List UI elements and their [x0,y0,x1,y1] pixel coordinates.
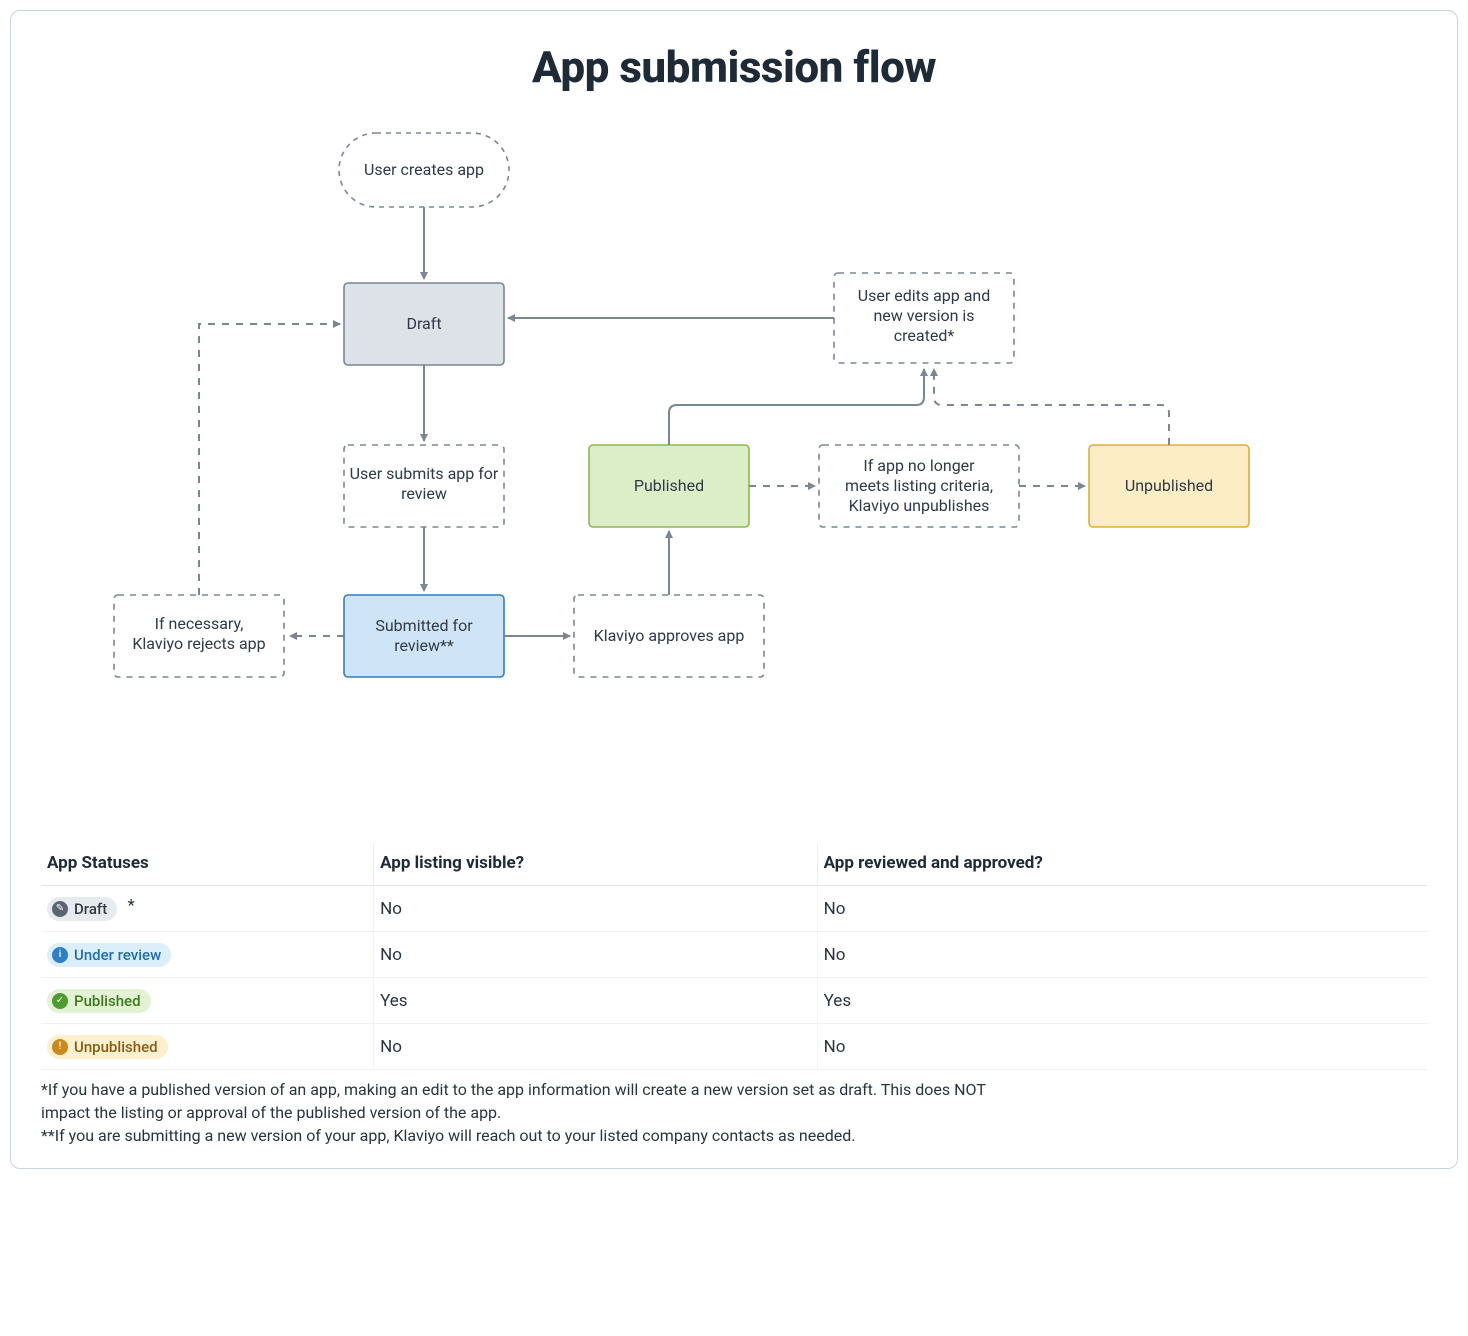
approves-bold: Klaviyo [594,626,645,645]
pencil-icon: ✎ [52,901,68,917]
flow-svg: User creates app Draft User submits app … [44,123,1424,803]
status-draft-star: * [127,896,134,916]
th-visible: App listing visible? [374,843,818,886]
edits-rest: edits app and [890,286,990,305]
footnotes: *If you have a published version of an a… [41,1078,1021,1148]
submitted-l1: Submitted for [375,616,473,635]
unpublished-visible: No [374,1024,818,1070]
unpub-bold: Klaviyo [849,496,900,515]
node-submitted: Submitted for review** [344,595,504,677]
rejects-l1: If necessary, [155,614,244,633]
th-statuses: App Statuses [41,843,374,886]
edits-bold: User [858,286,891,305]
check-icon: ✓ [52,993,68,1009]
arrow-unpublished-to-edits [934,369,1169,445]
status-draft-label: Draft [74,900,107,918]
diagram-frame: App submission flow User creates app Dra… [10,10,1458,1169]
user-creates-bold: User [364,160,397,179]
th-approved: App reviewed and approved? [817,843,1427,886]
svg-text:User submits app for: User submits app for [350,464,499,483]
submitted-l2: review** [394,636,454,655]
status-unpublished-label: Unpublished [74,1038,158,1056]
node-published: Published [589,445,749,527]
draft-approved: No [817,886,1427,932]
user-creates-rest: creates app [397,160,484,179]
unpub-l2: meets listing criteria, [845,476,993,495]
svg-text:User creates app: User creates app [364,160,484,179]
rejects-bold: Klaviyo [132,634,183,653]
table-row: ✓ Published Yes Yes [41,978,1427,1024]
under-review-visible: No [374,932,818,978]
svg-text:Klaviyo rejects app: Klaviyo rejects app [132,634,265,653]
submits-bold: User [350,464,383,483]
node-user-edits: User edits app and new version is create… [834,273,1014,363]
status-table: App Statuses App listing visible? App re… [41,843,1427,1070]
footnote-1: *If you have a published version of an a… [41,1078,1021,1124]
draft-visible: No [374,886,818,932]
approves-rest: approves app [644,626,744,645]
node-user-creates: User creates app [339,133,509,207]
svg-text:Klaviyo approves app: Klaviyo approves app [594,626,745,645]
submits-rest: submits app for [382,464,499,483]
node-draft: Draft [344,283,504,365]
status-under-review-label: Under review [74,946,161,964]
status-badge-draft: ✎ Draft [47,897,117,921]
flow-diagram: User creates app Draft User submits app … [41,123,1427,803]
status-badge-published: ✓ Published [47,989,151,1013]
arrow-rejects-to-draft [199,324,340,595]
table-row: ! Unpublished No No [41,1024,1427,1070]
node-klaviyo-rejects: If necessary, Klaviyo rejects app [114,595,284,677]
published-approved: Yes [817,978,1427,1024]
unpub-rest: unpublishes [899,496,989,515]
rejects-rest: rejects app [183,634,266,653]
svg-text:User edits app and: User edits app and [858,286,991,305]
under-review-approved: No [817,932,1427,978]
info-icon: i [52,947,68,963]
edits-l2: new version is [873,306,974,325]
unpublished-label: Unpublished [1125,476,1213,495]
arrow-published-to-edits [669,369,924,445]
status-published-label: Published [74,992,141,1010]
bang-icon: ! [52,1039,68,1055]
status-badge-unpublished: ! Unpublished [47,1035,168,1059]
node-klaviyo-approves: Klaviyo approves app [574,595,764,677]
status-badge-under-review: i Under review [47,943,171,967]
published-label: Published [634,476,704,495]
svg-text:Klaviyo unpublishes: Klaviyo unpublishes [849,496,990,515]
edits-l3: created* [894,326,955,345]
unpublished-approved: No [817,1024,1427,1070]
table-row: ✎ Draft * No No [41,886,1427,932]
footnote-2: **If you are submitting a new version of… [41,1124,1021,1147]
node-user-submits: User submits app for review [344,445,504,527]
table-row: i Under review No No [41,932,1427,978]
submits-line2: review [401,484,447,503]
draft-label: Draft [406,314,441,333]
node-unpublished: Unpublished [1089,445,1249,527]
published-visible: Yes [374,978,818,1024]
page-title: App submission flow [41,41,1427,93]
unpub-l1: If app no longer [863,456,975,475]
node-unpublish-action: If app no longer meets listing criteria,… [819,445,1019,527]
